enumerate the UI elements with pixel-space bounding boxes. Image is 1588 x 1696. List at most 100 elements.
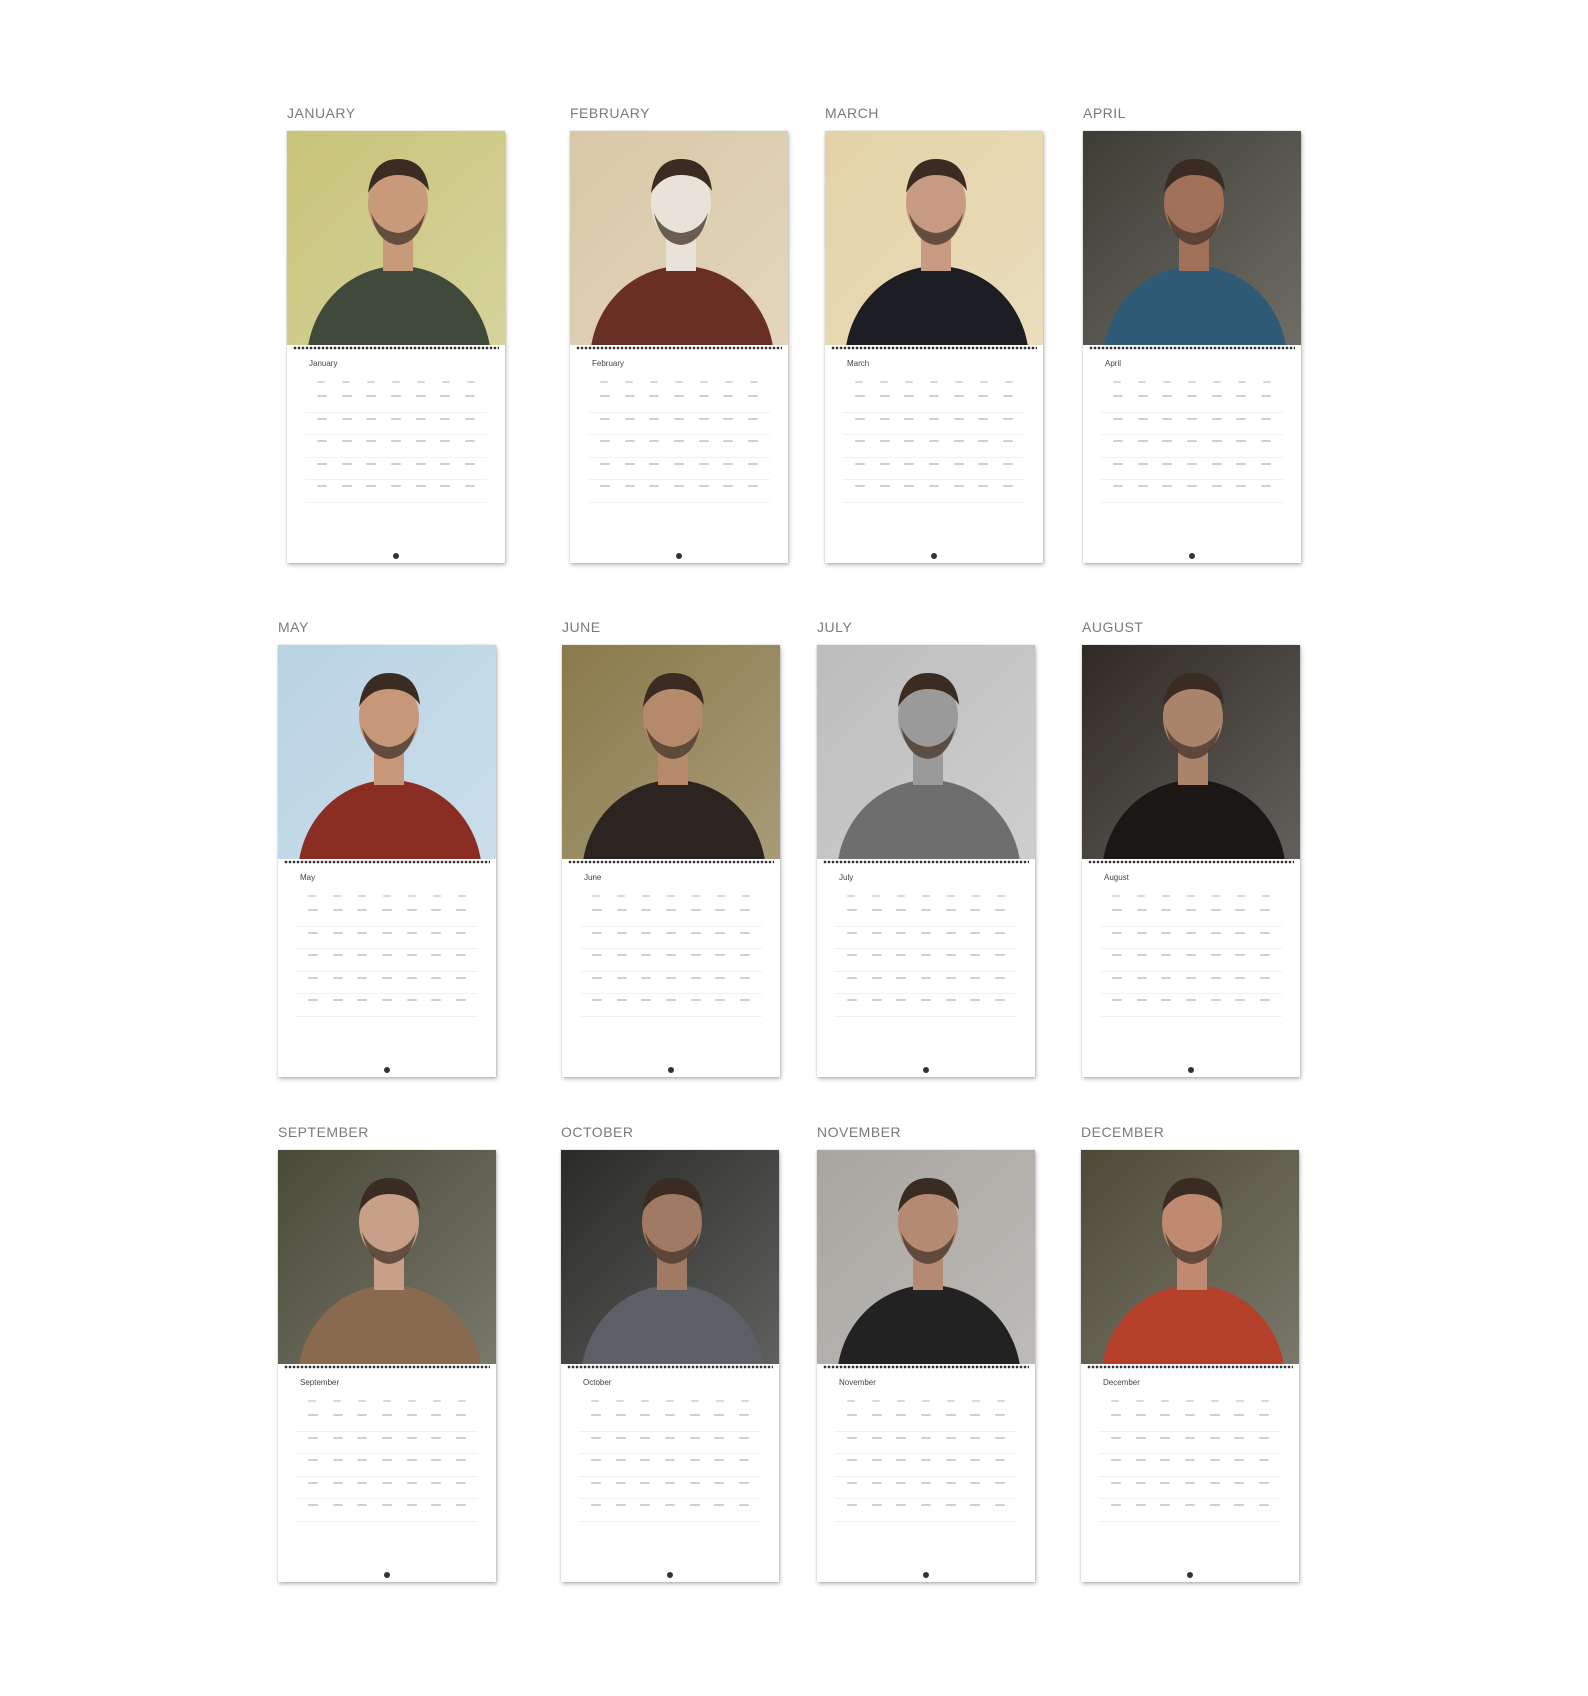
day-cell (855, 395, 865, 397)
calendar-page: July (817, 645, 1035, 1077)
day-cell (1112, 909, 1122, 911)
day-cell (673, 417, 684, 420)
weekday-row (1100, 890, 1282, 904)
day-cell (1111, 1481, 1121, 1484)
day-cell (381, 999, 392, 1001)
day-cell (1160, 1414, 1171, 1416)
week-row (588, 390, 770, 413)
week-row (1099, 1499, 1281, 1522)
day-cell (332, 999, 343, 1001)
day-cell (1210, 954, 1221, 956)
weekday-cell (367, 381, 375, 383)
day-cell (464, 417, 475, 420)
day-cell (1234, 1481, 1245, 1484)
weekday-row (1099, 1395, 1281, 1409)
day-cell (1002, 462, 1013, 465)
day-cell (332, 1436, 343, 1439)
day-cell (689, 1459, 700, 1461)
day-cell (455, 976, 466, 979)
day-cell (896, 1414, 907, 1416)
day-cell (1259, 909, 1270, 911)
day-cell (847, 954, 857, 956)
day-cell (366, 395, 377, 397)
day-cell (357, 931, 368, 934)
month-photo (825, 131, 1043, 345)
weekday-cell (750, 381, 758, 383)
day-cell (945, 909, 956, 911)
day-cell (649, 440, 660, 442)
day-cell (715, 999, 726, 1001)
day-cell (624, 417, 635, 420)
day-cell (1260, 440, 1271, 442)
day-cell (1002, 485, 1013, 487)
week-row (843, 435, 1025, 458)
day-cell (1186, 395, 1197, 397)
day-cell (664, 1504, 675, 1506)
day-cell (1258, 1481, 1269, 1484)
day-cell (738, 1414, 749, 1416)
grid-month-label: September (300, 1378, 340, 1387)
day-cell (1112, 954, 1122, 956)
day-cell (616, 954, 627, 956)
day-cell (871, 999, 882, 1001)
day-cell (879, 417, 890, 420)
day-cell (332, 909, 343, 911)
spiral-binding (293, 345, 499, 351)
weekday-row (579, 1395, 761, 1409)
day-cell (1186, 462, 1197, 465)
day-cell (1259, 931, 1270, 934)
day-cell (665, 976, 676, 979)
week-row (580, 994, 762, 1017)
day-cell (406, 954, 417, 956)
weekday-cell (317, 381, 325, 383)
day-cell (698, 440, 709, 442)
weekday-cell (847, 895, 855, 897)
day-cell (1259, 976, 1270, 979)
day-cell (615, 1504, 626, 1506)
hanging-hole (676, 553, 682, 559)
day-cell (847, 1436, 857, 1439)
day-cell (615, 1459, 626, 1461)
spiral-binding (567, 1364, 773, 1370)
day-cell (847, 1481, 857, 1484)
day-cell (464, 440, 475, 442)
day-cell (1258, 1459, 1269, 1461)
day-cell (341, 440, 352, 442)
day-cell (600, 462, 610, 465)
hanging-hole (393, 553, 399, 559)
day-cell (847, 999, 857, 1001)
day-cell (1113, 462, 1123, 465)
day-cell (341, 485, 352, 487)
weekday-cell (955, 381, 963, 383)
month-photo (1082, 645, 1300, 859)
grid-month-label: July (839, 873, 854, 882)
calendar-page: February (570, 131, 788, 563)
day-cell (640, 1459, 651, 1461)
grid-month-label: March (847, 359, 870, 368)
day-cell (357, 1481, 368, 1484)
day-cell (1185, 909, 1196, 911)
week-row (305, 458, 487, 480)
day-cell (390, 462, 401, 465)
day-cell (431, 931, 442, 934)
week-row (1099, 1454, 1281, 1477)
day-cell (1236, 462, 1247, 465)
day-cell (381, 954, 392, 956)
day-cell (1002, 440, 1013, 442)
day-cell (455, 931, 466, 934)
day-cell (332, 1481, 343, 1484)
day-cell (332, 1414, 343, 1416)
day-cell (738, 1504, 749, 1506)
day-cell (464, 485, 475, 487)
day-cell (649, 395, 660, 397)
day-cell (945, 999, 956, 1001)
weekday-cell (417, 381, 425, 383)
day-cell (1162, 462, 1173, 465)
day-cell (1185, 931, 1196, 934)
hanging-hole (384, 1572, 390, 1578)
weekday-cell (897, 1400, 905, 1402)
day-cell (1135, 1504, 1146, 1506)
day-cell (1258, 1414, 1269, 1416)
day-cell (641, 931, 652, 934)
month-photo (278, 1150, 496, 1364)
